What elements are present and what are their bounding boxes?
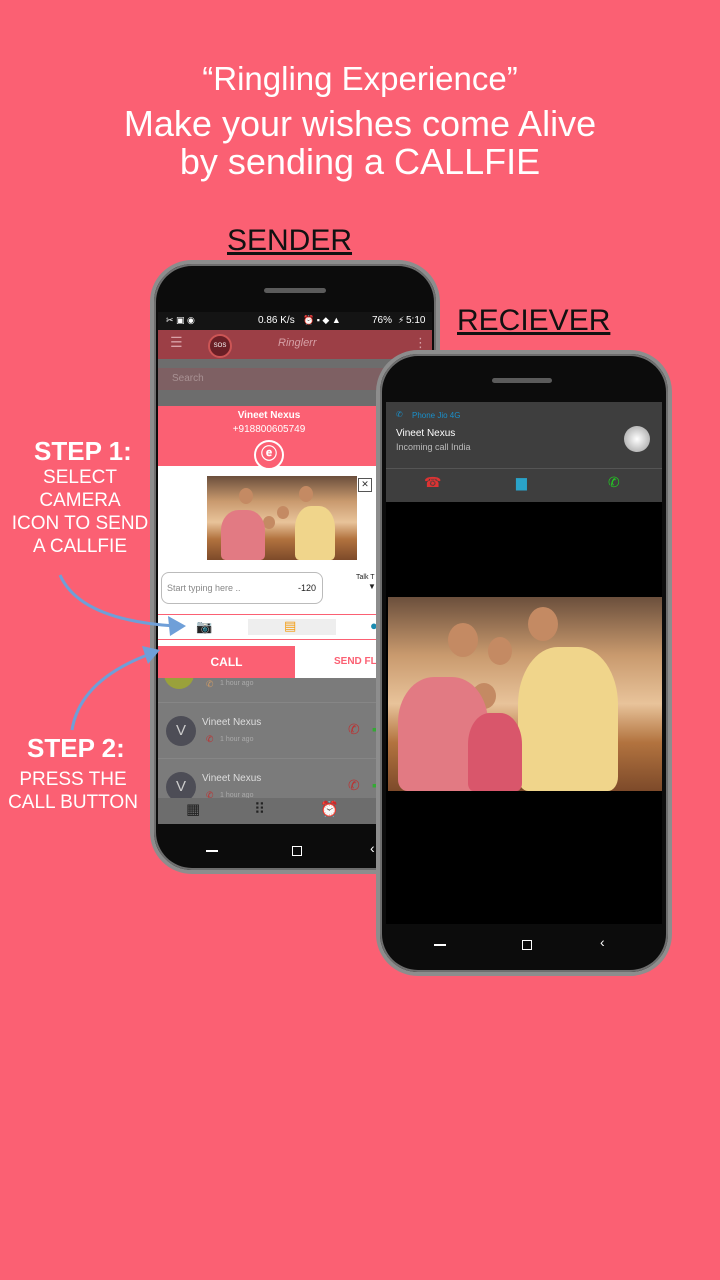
menu-icon[interactable]: ☰ <box>170 334 183 351</box>
app-bar: ☰ SOS Ringlerr ⋮ <box>158 330 432 359</box>
contact-name: Vineet Nexus <box>202 717 262 728</box>
call-subtitle: Incoming call India <box>396 442 471 452</box>
headline-line-2: by sending a CALLFIE <box>179 141 541 182</box>
recent-apps-icon[interactable] <box>434 944 446 946</box>
calendar-icon[interactable]: ▦ <box>186 800 200 818</box>
call-source: Phone Jio 4G <box>412 411 461 420</box>
caller-avatar <box>624 426 650 452</box>
message-placeholder: Start typing here .. <box>167 583 241 593</box>
dialog-header: Vineet Nexus +918800605749 ⓔ <box>158 406 380 470</box>
document-icon[interactable]: ▤ <box>284 618 296 634</box>
dialog-contact-name: Vineet Nexus <box>237 410 301 421</box>
char-count: -120 <box>298 583 317 593</box>
decline-icon[interactable]: ☎ <box>424 474 441 491</box>
photo-face <box>239 488 253 504</box>
photo-face <box>277 506 289 519</box>
photo-face <box>528 607 558 641</box>
phone-icon: ✆ <box>396 410 403 419</box>
clock: 5:10 <box>406 315 426 326</box>
back-icon[interactable]: ‹ <box>600 934 605 950</box>
app-title: Ringlerr <box>278 337 317 349</box>
back-icon[interactable]: ‹ <box>370 840 375 856</box>
signal-icons: ⏰ ▪ ◆ ▲ <box>303 315 341 325</box>
talk-label: Talk T <box>356 574 375 581</box>
contact-time: 1 hour ago <box>220 736 254 743</box>
tagline: “Ringling Experience” <box>202 60 518 97</box>
incoming-call-notification[interactable]: ✆ Phone Jio 4G Vineet Nexus Incoming cal… <box>386 402 662 502</box>
step-2-title: STEP 2: <box>27 733 125 763</box>
missed-call-icon: ✆ <box>206 734 214 744</box>
callfie-received-photo <box>388 597 662 791</box>
notification-icons: ✂ ▣ ◉ <box>166 315 195 325</box>
nav-bar: ‹ <box>386 924 662 972</box>
message-input[interactable]: Start typing here .. -120 <box>161 572 323 604</box>
receiver-label: RECIEVER <box>457 304 611 337</box>
photo-figure <box>518 647 618 791</box>
status-bar: ✂ ▣ ◉ 0.86 K/s ⏰ ▪ ◆ ▲ 76% ⚡ 5:10 <box>158 312 432 330</box>
network-speed: 0.86 K/s <box>258 315 295 326</box>
contact-name: Vineet Nexus <box>202 773 262 784</box>
step-1-line: CAMERA <box>39 490 121 511</box>
missed-call-icon: ✆ <box>206 679 214 689</box>
callfie-dialog: Vineet Nexus +918800605749 ⓔ ✕ Start typ… <box>158 406 380 678</box>
call-icon[interactable]: ✆ <box>348 721 360 738</box>
sos-button[interactable]: SOS <box>208 334 232 358</box>
dialpad-icon[interactable]: ⠿ <box>254 800 265 818</box>
step-1-line: ICON TO SEND <box>11 513 149 534</box>
photo-figure <box>295 506 335 560</box>
step-1-title: STEP 1: <box>34 436 132 466</box>
sender-label: SENDER <box>227 224 353 257</box>
send-flash-button[interactable]: SEND FL <box>298 646 380 678</box>
caller-name: Vineet Nexus <box>396 428 456 439</box>
battery-icon: ⚡ <box>398 315 405 325</box>
close-photo-icon[interactable]: ✕ <box>358 478 372 492</box>
search-placeholder: Search <box>172 373 204 384</box>
step-1-text: SELECT CAMERA ICON TO SEND A CALLFIE <box>4 466 156 558</box>
photo-face <box>488 637 512 665</box>
step-2-line: PRESS THE <box>19 769 127 790</box>
camera-icon[interactable]: 📷 <box>196 619 212 635</box>
talk-dropdown-icon[interactable]: ▼ <box>368 582 376 591</box>
headline-line-1: Make your wishes come Alive <box>123 103 597 144</box>
photo-figure <box>468 713 522 791</box>
step-1-line: SELECT <box>43 467 117 488</box>
home-icon[interactable] <box>522 940 532 950</box>
callfie-photo <box>207 476 357 560</box>
receiver-screen: ✆ Phone Jio 4G Vineet Nexus Incoming cal… <box>386 402 662 924</box>
arrow-to-call <box>70 652 151 731</box>
ringlerr-logo: ⓔ <box>254 440 284 470</box>
media-options-row: 📷 ▤ ● <box>158 614 380 640</box>
step-2-text: PRESS THE CALL BUTTON <box>0 768 146 814</box>
photo-figure <box>221 510 265 560</box>
photo-face <box>299 486 313 502</box>
alarm-add-icon[interactable]: ⏰ <box>320 800 339 818</box>
call-icon[interactable]: ✆ <box>348 777 360 794</box>
message-reply-icon[interactable]: ▆ <box>516 474 527 491</box>
battery-level: 76% <box>372 315 393 326</box>
dialog-contact-number: +918800605749 <box>232 424 306 435</box>
home-icon[interactable] <box>292 846 302 856</box>
phone-speaker <box>264 288 326 293</box>
receiver-phone: ✆ Phone Jio 4G Vineet Nexus Incoming cal… <box>376 350 672 976</box>
call-button[interactable]: CALL <box>158 646 295 678</box>
step-2-line: CALL BUTTON <box>8 792 138 813</box>
divider <box>386 468 662 469</box>
avatar: V <box>166 716 196 746</box>
step-1-line: A CALLFIE <box>33 536 127 557</box>
recent-apps-icon[interactable] <box>206 850 218 852</box>
phone-speaker <box>492 378 552 383</box>
photo-face <box>448 623 478 657</box>
contact-time: 1 hour ago <box>220 680 254 687</box>
overflow-menu-icon[interactable]: ⋮ <box>414 335 427 351</box>
answer-icon[interactable]: ✆ <box>608 474 620 491</box>
